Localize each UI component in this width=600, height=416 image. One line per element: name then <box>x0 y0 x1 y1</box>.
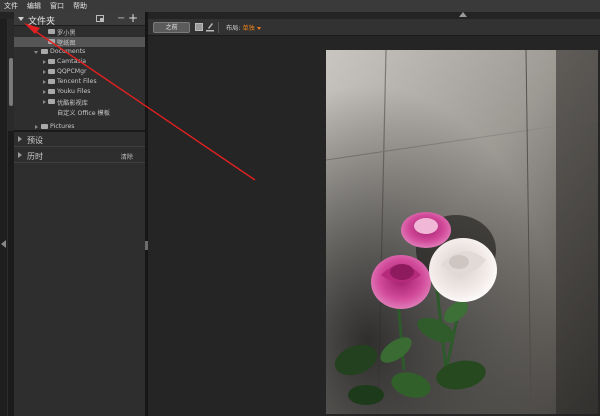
folder-item[interactable]: QQPCMgr <box>14 67 145 77</box>
toolbar-divider <box>218 22 219 33</box>
menu-bar: 文件 编辑 窗口 帮助 <box>0 0 600 12</box>
expand-triangle-icon[interactable] <box>43 90 46 94</box>
folders-header[interactable]: 文件夹 − + <box>14 11 145 27</box>
folder-label: Youku Files <box>57 88 91 95</box>
remove-folder-button[interactable]: − <box>117 13 125 24</box>
folder-icon <box>41 124 48 129</box>
folder-label: 优酷影视库 <box>57 100 88 107</box>
before-button[interactable]: 之前 <box>153 22 190 33</box>
top-panel-toggle-icon[interactable] <box>459 12 467 17</box>
view-toolbar: 之前 布局: 单独 <box>148 19 600 36</box>
history-section[interactable]: 历时 清除 <box>14 148 145 163</box>
folder-label: Camtasia <box>57 58 87 65</box>
dropdown-caret-icon[interactable] <box>256 26 261 30</box>
layout-selector[interactable]: 布局: 单独 <box>226 23 261 32</box>
history-title: 历时 <box>27 152 43 161</box>
layout-value[interactable]: 单独 <box>242 25 254 32</box>
add-folder-button[interactable]: + <box>128 11 138 25</box>
folder-label: Pictures <box>50 123 75 130</box>
menu-edit[interactable]: 编辑 <box>27 1 41 11</box>
collapse-triangle-icon[interactable] <box>18 17 24 21</box>
expand-triangle-icon[interactable] <box>18 152 22 158</box>
presets-title: 预设 <box>27 136 43 145</box>
menu-help[interactable]: 帮助 <box>73 1 87 11</box>
folder-item[interactable]: Youku Files <box>14 87 145 97</box>
folder-label: QQPCMgr <box>57 68 87 75</box>
folder-icon <box>41 49 48 54</box>
folder-item[interactable]: 罗小黑 <box>14 27 145 37</box>
folder-label: Tencent Files <box>57 78 97 85</box>
expand-triangle-icon[interactable] <box>43 70 46 74</box>
folder-label: Documents <box>50 48 86 55</box>
menu-window[interactable]: 窗口 <box>50 1 64 11</box>
folder-icon <box>48 89 55 94</box>
display-mode-icon[interactable] <box>96 15 104 22</box>
layout-label: 布局: <box>226 25 241 32</box>
color-swatch-icon[interactable] <box>195 23 203 31</box>
expand-triangle-icon[interactable] <box>35 125 38 129</box>
folder-scrollbar-thumb[interactable] <box>9 58 13 106</box>
expand-triangle-icon[interactable] <box>43 60 46 64</box>
left-panel: 文件夹 − + 罗小黑 壁纸图 Documents Camtasia QQPCM… <box>14 11 145 416</box>
folder-icon <box>48 79 55 84</box>
menu-file[interactable]: 文件 <box>4 1 18 11</box>
folder-item[interactable]: Documents <box>14 47 145 57</box>
main-view: 之前 布局: 单独 <box>148 19 600 416</box>
brush-icon[interactable] <box>206 22 214 32</box>
clear-history-button[interactable]: 清除 <box>121 152 133 161</box>
folder-item[interactable]: 自定义 Office 模板 <box>14 107 145 117</box>
folder-icon <box>48 29 55 34</box>
folder-label: 壁纸图 <box>57 40 76 47</box>
photo-preview[interactable] <box>326 50 598 414</box>
presets-section[interactable]: 预设 <box>14 132 145 147</box>
folder-item-selected[interactable]: 壁纸图 <box>14 37 145 47</box>
left-panel-toggle-icon[interactable] <box>1 240 6 248</box>
folder-item[interactable]: Camtasia <box>14 57 145 67</box>
folder-icon <box>48 59 55 64</box>
folder-icon <box>48 99 55 104</box>
folder-item[interactable]: 优酷影视库 <box>14 97 145 107</box>
folders-title: 文件夹 <box>28 17 56 27</box>
folder-label: 罗小黑 <box>57 30 76 37</box>
left-panel-gutter <box>0 19 8 416</box>
expand-triangle-icon[interactable] <box>43 80 46 84</box>
expand-triangle-icon[interactable] <box>18 136 22 142</box>
folder-icon <box>48 69 55 74</box>
folder-tree: 罗小黑 壁纸图 Documents Camtasia QQPCMgr Tence… <box>14 27 145 141</box>
folder-item[interactable]: Tencent Files <box>14 77 145 87</box>
expand-triangle-icon[interactable] <box>43 100 46 104</box>
folder-label: 自定义 Office 模板 <box>57 110 110 117</box>
expand-triangle-icon[interactable] <box>34 51 38 54</box>
folder-icon <box>48 39 55 44</box>
